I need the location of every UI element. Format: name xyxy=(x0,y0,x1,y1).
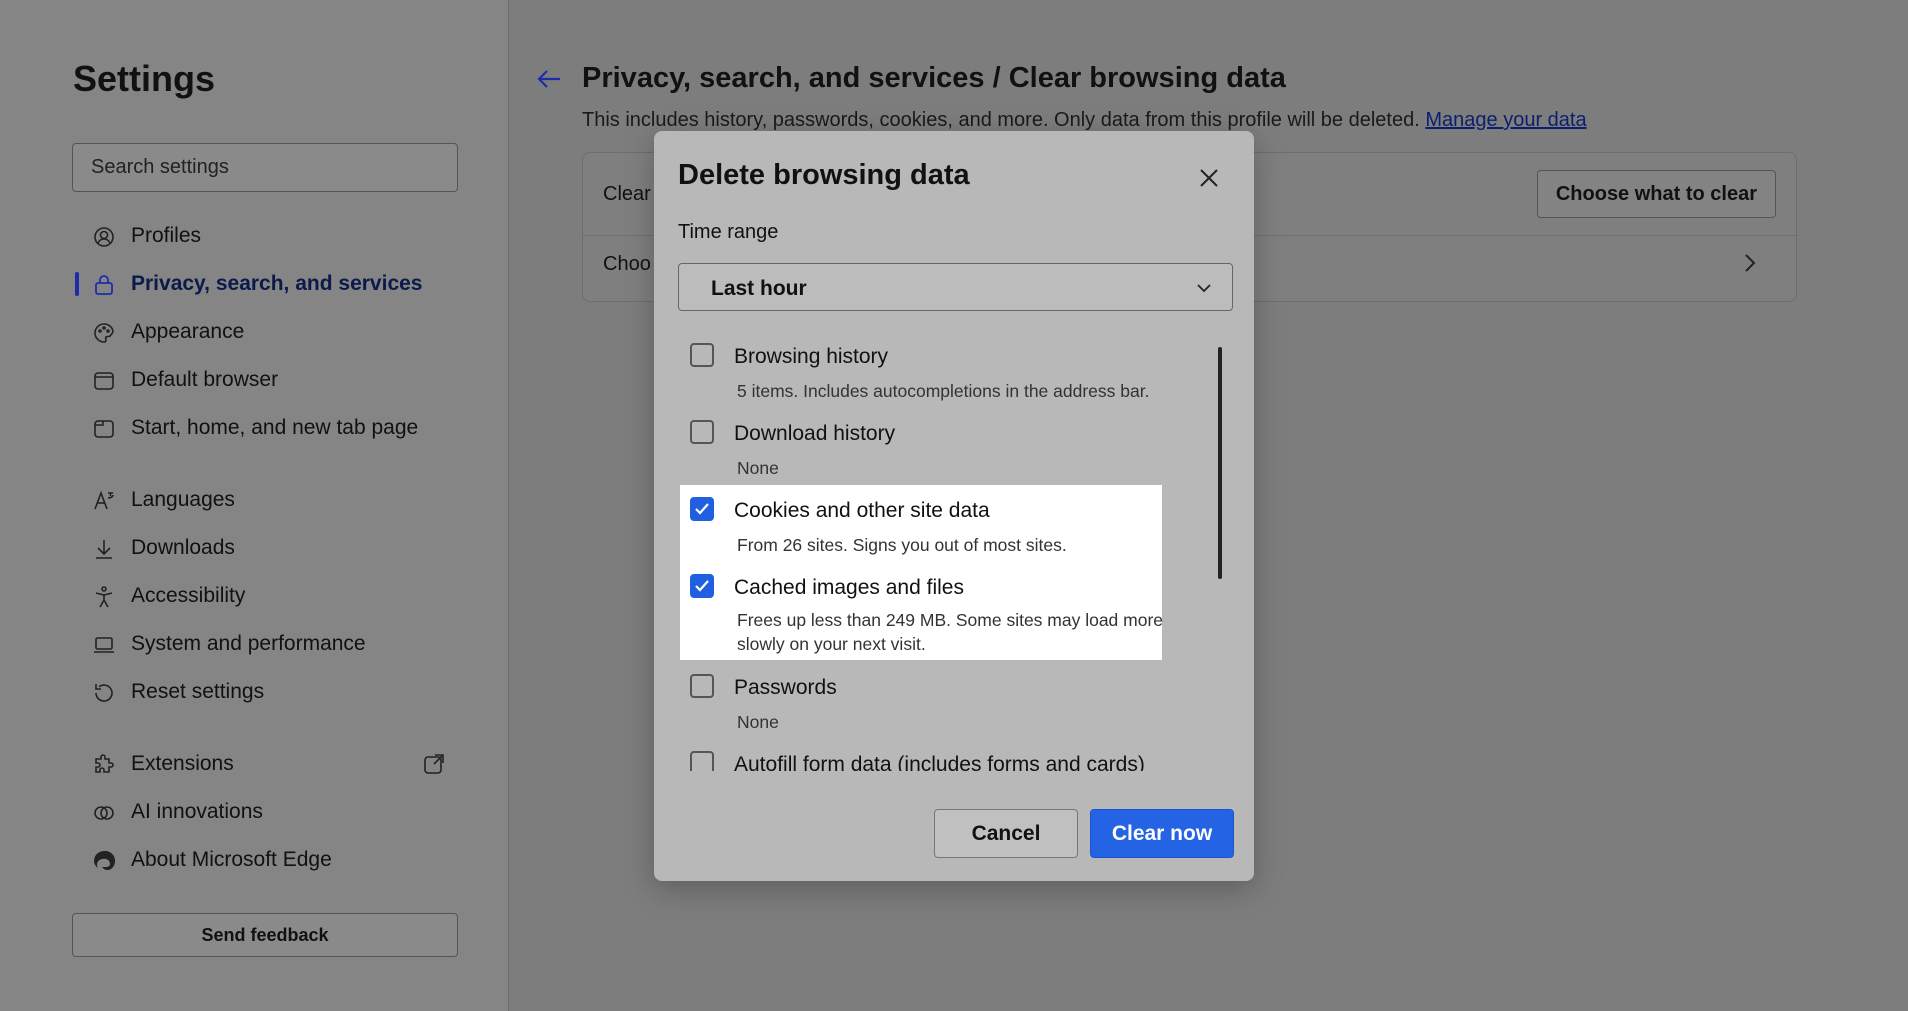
autofill-checkbox[interactable] xyxy=(690,751,714,771)
choose-what-to-clear-button[interactable]: Choose what to clear xyxy=(1536,170,1776,218)
sidebar-item-label: Languages xyxy=(131,488,235,511)
option-description: From 26 sites. Signs you out of most sit… xyxy=(737,535,1067,555)
sidebar-item-label: Reset settings xyxy=(131,680,265,703)
time-range-label: Time range xyxy=(678,221,779,243)
sidebar-item-downloads[interactable]: Downloads xyxy=(72,528,458,568)
card-row-clear-now: Clear xyxy=(603,183,651,205)
cached-images-checkbox[interactable] xyxy=(690,574,714,598)
sidebar-item-label: Extensions xyxy=(131,752,234,775)
option-label: Passwords xyxy=(734,676,837,699)
page-title: Privacy, search, and services / Clear br… xyxy=(582,62,1286,94)
sidebar-item-label: Accessibility xyxy=(131,584,246,607)
search-settings-box[interactable] xyxy=(72,143,458,192)
sidebar-item-extensions[interactable]: Extensions xyxy=(72,744,458,784)
sidebar-item-label: Profiles xyxy=(131,224,202,247)
sidebar-title: Settings xyxy=(73,58,216,99)
option-description: None xyxy=(737,458,779,478)
active-indicator xyxy=(75,272,79,296)
back-arrow-icon[interactable] xyxy=(534,64,564,94)
chevron-down-icon xyxy=(1197,284,1211,293)
sidebar-item-label: Appearance xyxy=(131,320,245,343)
ai-icon xyxy=(94,806,114,820)
sidebar-item-label: About Microsoft Edge xyxy=(131,848,332,871)
clear-now-button[interactable]: Clear now xyxy=(1090,809,1234,858)
settings-sidebar: Settings Profiles Privacy, search, and s… xyxy=(0,0,509,1011)
sidebar-item-start-home[interactable]: Start, home, and new tab page xyxy=(72,408,458,448)
sidebar-item-label: Start, home, and new tab page xyxy=(131,416,419,439)
profile-icon xyxy=(94,227,114,247)
option-label: Autofill form data (includes forms and c… xyxy=(734,753,1145,771)
sidebar-item-label: Default browser xyxy=(131,368,279,391)
lock-icon xyxy=(95,275,113,295)
option-description: 5 items. Includes autocompletions in the… xyxy=(737,381,1150,401)
sidebar-item-profiles[interactable]: Profiles xyxy=(72,216,458,256)
laptop-icon xyxy=(94,637,114,653)
option-label: Download history xyxy=(734,422,896,445)
home-tab-icon xyxy=(94,420,114,438)
close-icon[interactable] xyxy=(1194,163,1224,193)
sidebar-item-languages[interactable]: Languages xyxy=(72,480,458,520)
sidebar-item-appearance[interactable]: Appearance xyxy=(72,312,458,352)
download-history-checkbox[interactable] xyxy=(690,420,714,444)
time-range-value: Last hour xyxy=(711,277,807,300)
dialog-title: Delete browsing data xyxy=(678,159,970,191)
delete-browsing-data-dialog: Delete browsing data Time range Last hou… xyxy=(654,131,1254,881)
data-types-list: Browsing history 5 items. Includes autoc… xyxy=(678,331,1198,771)
passwords-checkbox[interactable] xyxy=(690,674,714,698)
sidebar-item-reset[interactable]: Reset settings xyxy=(72,672,458,712)
option-description: Frees up less than 249 MB. Some sites ma… xyxy=(737,610,1164,654)
browsing-history-checkbox[interactable] xyxy=(690,343,714,367)
sidebar-item-ai[interactable]: AI innovations xyxy=(72,792,458,832)
sidebar-item-label: System and performance xyxy=(131,632,366,655)
send-feedback-button[interactable]: Send feedback xyxy=(72,913,458,957)
option-label: Cookies and other site data xyxy=(734,499,990,522)
sidebar-item-accessibility[interactable]: Accessibility xyxy=(72,576,458,616)
cookies-checkbox[interactable] xyxy=(690,497,714,521)
list-scrollbar[interactable] xyxy=(1218,347,1222,579)
browser-icon xyxy=(94,372,114,390)
accessibility-icon xyxy=(95,586,113,608)
sidebar-item-about[interactable]: About Microsoft Edge xyxy=(72,840,458,880)
puzzle-icon xyxy=(95,754,114,773)
time-range-select[interactable]: Last hour xyxy=(678,263,1233,311)
reset-icon xyxy=(95,684,113,702)
option-description: None xyxy=(737,712,779,732)
chevron-right-icon[interactable] xyxy=(1740,251,1760,275)
option-label: Cached images and files xyxy=(734,576,964,599)
sidebar-item-label: Privacy, search, and services xyxy=(131,272,423,295)
card-row-choose[interactable]: Choo xyxy=(603,253,651,276)
page-description: This includes history, passwords, cookie… xyxy=(582,109,1587,132)
sidebar-item-system[interactable]: System and performance xyxy=(72,624,458,664)
sidebar-item-label: AI innovations xyxy=(131,800,263,823)
search-input[interactable] xyxy=(91,156,457,179)
sidebar-item-label: Downloads xyxy=(131,536,235,559)
download-icon xyxy=(96,540,112,559)
external-link-icon xyxy=(424,754,444,774)
sidebar-item-default-browser[interactable]: Default browser xyxy=(72,360,458,400)
manage-your-data-link[interactable]: Manage your data xyxy=(1425,109,1586,131)
languages-icon xyxy=(94,490,114,510)
description-text: This includes history, passwords, cookie… xyxy=(582,109,1420,131)
edge-icon xyxy=(94,850,116,871)
checkmark-icon xyxy=(695,580,709,592)
cancel-button[interactable]: Cancel xyxy=(934,809,1078,858)
sidebar-item-privacy[interactable]: Privacy, search, and services xyxy=(72,264,458,304)
option-label: Browsing history xyxy=(734,345,889,368)
checkmark-icon xyxy=(695,503,709,515)
palette-icon xyxy=(94,323,114,343)
